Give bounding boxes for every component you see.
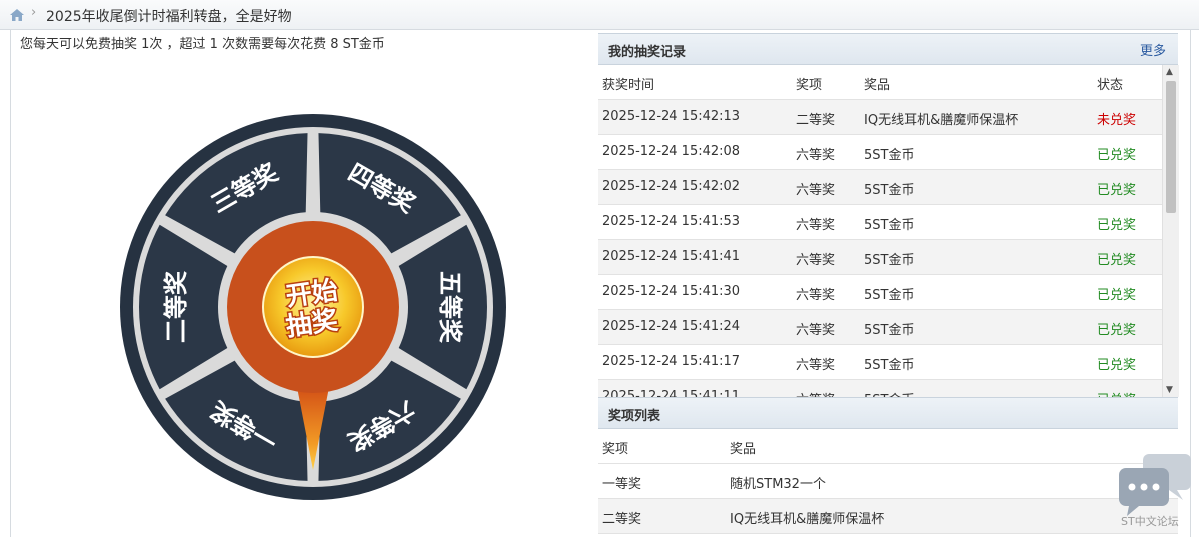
record-row: 2025-12-24 15:42:08 六等奖 5ST金币 已兑奖 [598, 135, 1162, 170]
wheel-segment-label: 二等奖 [162, 270, 190, 343]
record-level: 二等奖 [796, 113, 836, 128]
record-time: 2025-12-24 15:41:53 [602, 214, 741, 229]
record-prize: 5ST金币 [864, 323, 915, 338]
prizes-header-row: 奖项 奖品 [598, 429, 1178, 464]
record-prize: 5ST金币 [864, 148, 915, 163]
col-prize-item: 奖品 [730, 442, 757, 457]
record-row: 2025-12-24 15:41:41 六等奖 5ST金币 已兑奖 [598, 240, 1162, 275]
prize-level: 一等奖 [602, 477, 642, 492]
record-time: 2025-12-24 15:42:08 [602, 144, 741, 159]
records-table[interactable]: 获奖时间 奖项 奖品 状态 2025-12-24 15:42:13 二等奖 IQ无线… [598, 65, 1162, 397]
prize-level: 二等奖 [602, 512, 642, 527]
col-status: 状态 [1097, 78, 1124, 93]
record-level: 六等奖 [796, 183, 836, 198]
record-status[interactable]: 已兑奖 [1097, 319, 1136, 338]
draw-notice: 您每天可以免费抽奖 1次 ，超过 1 次数需要每次花费 8 ST金币 [20, 37, 385, 52]
record-prize: 5ST金币 [864, 288, 915, 303]
record-row: 2025-12-24 15:42:13 二等奖 IQ无线耳机&膳魔师保温杯 未兑奖 [598, 100, 1162, 135]
record-status[interactable]: 已兑奖 [1097, 389, 1136, 397]
record-level: 六等奖 [796, 218, 836, 233]
prize-row: 一等奖 随机STM32一个 [598, 464, 1178, 499]
record-level: 六等奖 [796, 288, 836, 303]
record-time: 2025-12-24 15:41:41 [602, 249, 741, 264]
record-prize: 5ST金币 [864, 183, 915, 198]
col-prize-level: 奖项 [602, 442, 629, 457]
record-row: 2025-12-24 15:42:02 六等奖 5ST金币 已兑奖 [598, 170, 1162, 205]
prize-list-panel: 奖项列表 奖项 奖品 一等奖 随机STM32一个二等奖 IQ无线耳机&膳魔师保温杯 [598, 397, 1178, 537]
prize-item: 随机STM32一个 [730, 477, 826, 492]
col-level: 奖项 [796, 78, 823, 93]
record-row: 2025-12-24 15:41:30 六等奖 5ST金币 已兑奖 [598, 275, 1162, 310]
record-status[interactable]: 已兑奖 [1097, 214, 1136, 233]
record-status[interactable]: 已兑奖 [1097, 354, 1136, 373]
record-level: 六等奖 [796, 389, 835, 397]
forum-badge-label[interactable]: ST中文论坛 [1121, 513, 1179, 529]
record-status[interactable]: 未兑奖 [1097, 109, 1136, 128]
record-status[interactable]: 已兑奖 [1097, 144, 1136, 163]
record-prize: IQ无线耳机&膳魔师保温杯 [864, 113, 1019, 128]
page-title: 2025年收尾倒计时福利转盘，全是好物 [46, 9, 292, 25]
record-time: 2025-12-24 15:41:30 [602, 284, 741, 299]
record-row: 2025-12-24 15:41:53 六等奖 5ST金币 已兑奖 [598, 205, 1162, 240]
home-icon[interactable] [9, 8, 25, 22]
col-prize: 奖品 [864, 78, 891, 93]
record-time: 2025-12-24 15:41:11 [602, 389, 741, 397]
prize-item: IQ无线耳机&膳魔师保温杯 [730, 512, 885, 527]
draw-records-panel: 我的抽奖记录 更多 获奖时间 奖项 奖品 状态 2025-12-24 15:42… [598, 33, 1179, 398]
breadcrumb-separator: › [31, 5, 37, 20]
record-level: 六等奖 [796, 358, 836, 373]
scroll-up-arrow-icon[interactable]: ▲ [1166, 67, 1173, 77]
breadcrumb-bar: › 2025年收尾倒计时福利转盘，全是好物 [0, 0, 1199, 30]
record-level: 六等奖 [796, 323, 836, 338]
record-prize: 5ST金币 [864, 253, 915, 268]
prizes-header: 奖项列表 [598, 397, 1178, 429]
prize-row: 二等奖 IQ无线耳机&膳魔师保温杯 [598, 499, 1178, 534]
wheel-segment-label: 五等奖 [436, 271, 464, 344]
record-status[interactable]: 已兑奖 [1097, 284, 1136, 303]
record-status[interactable]: 已兑奖 [1097, 249, 1136, 268]
record-time: 2025-12-24 15:42:02 [602, 179, 741, 194]
record-level: 六等奖 [796, 253, 836, 268]
record-row: 2025-12-24 15:41:11 六等奖 5ST金币 已兑奖 [598, 380, 1162, 397]
record-prize: 5ST金币 [864, 218, 915, 233]
record-prize: 5ST金币 [864, 389, 914, 397]
record-time: 2025-12-24 15:41:24 [602, 319, 741, 334]
record-time: 2025-12-24 15:42:13 [602, 109, 741, 124]
record-status[interactable]: 已兑奖 [1097, 179, 1136, 198]
records-more-link[interactable]: 更多 [1140, 40, 1166, 59]
record-row: 2025-12-24 15:41:17 六等奖 5ST金币 已兑奖 [598, 345, 1162, 380]
record-prize: 5ST金币 [864, 358, 915, 373]
col-time: 获奖时间 [602, 78, 655, 93]
scroll-down-arrow-icon[interactable]: ▼ [1166, 385, 1173, 395]
record-row: 2025-12-24 15:41:24 六等奖 5ST金币 已兑奖 [598, 310, 1162, 345]
prize-wheel: 三等奖 四等奖五等奖六等奖一等奖二等奖 开始 抽奖 [120, 114, 506, 500]
record-level: 六等奖 [796, 148, 836, 163]
record-time: 2025-12-24 15:41:17 [602, 354, 741, 369]
records-header: 我的抽奖记录 更多 [598, 33, 1178, 65]
records-header-row: 获奖时间 奖项 奖品 状态 [598, 65, 1162, 100]
prizes-title: 奖项列表 [608, 409, 661, 424]
scroll-thumb[interactable] [1166, 81, 1176, 213]
records-title: 我的抽奖记录 [608, 45, 687, 60]
records-scrollbar[interactable]: ▲ ▼ [1162, 65, 1179, 397]
